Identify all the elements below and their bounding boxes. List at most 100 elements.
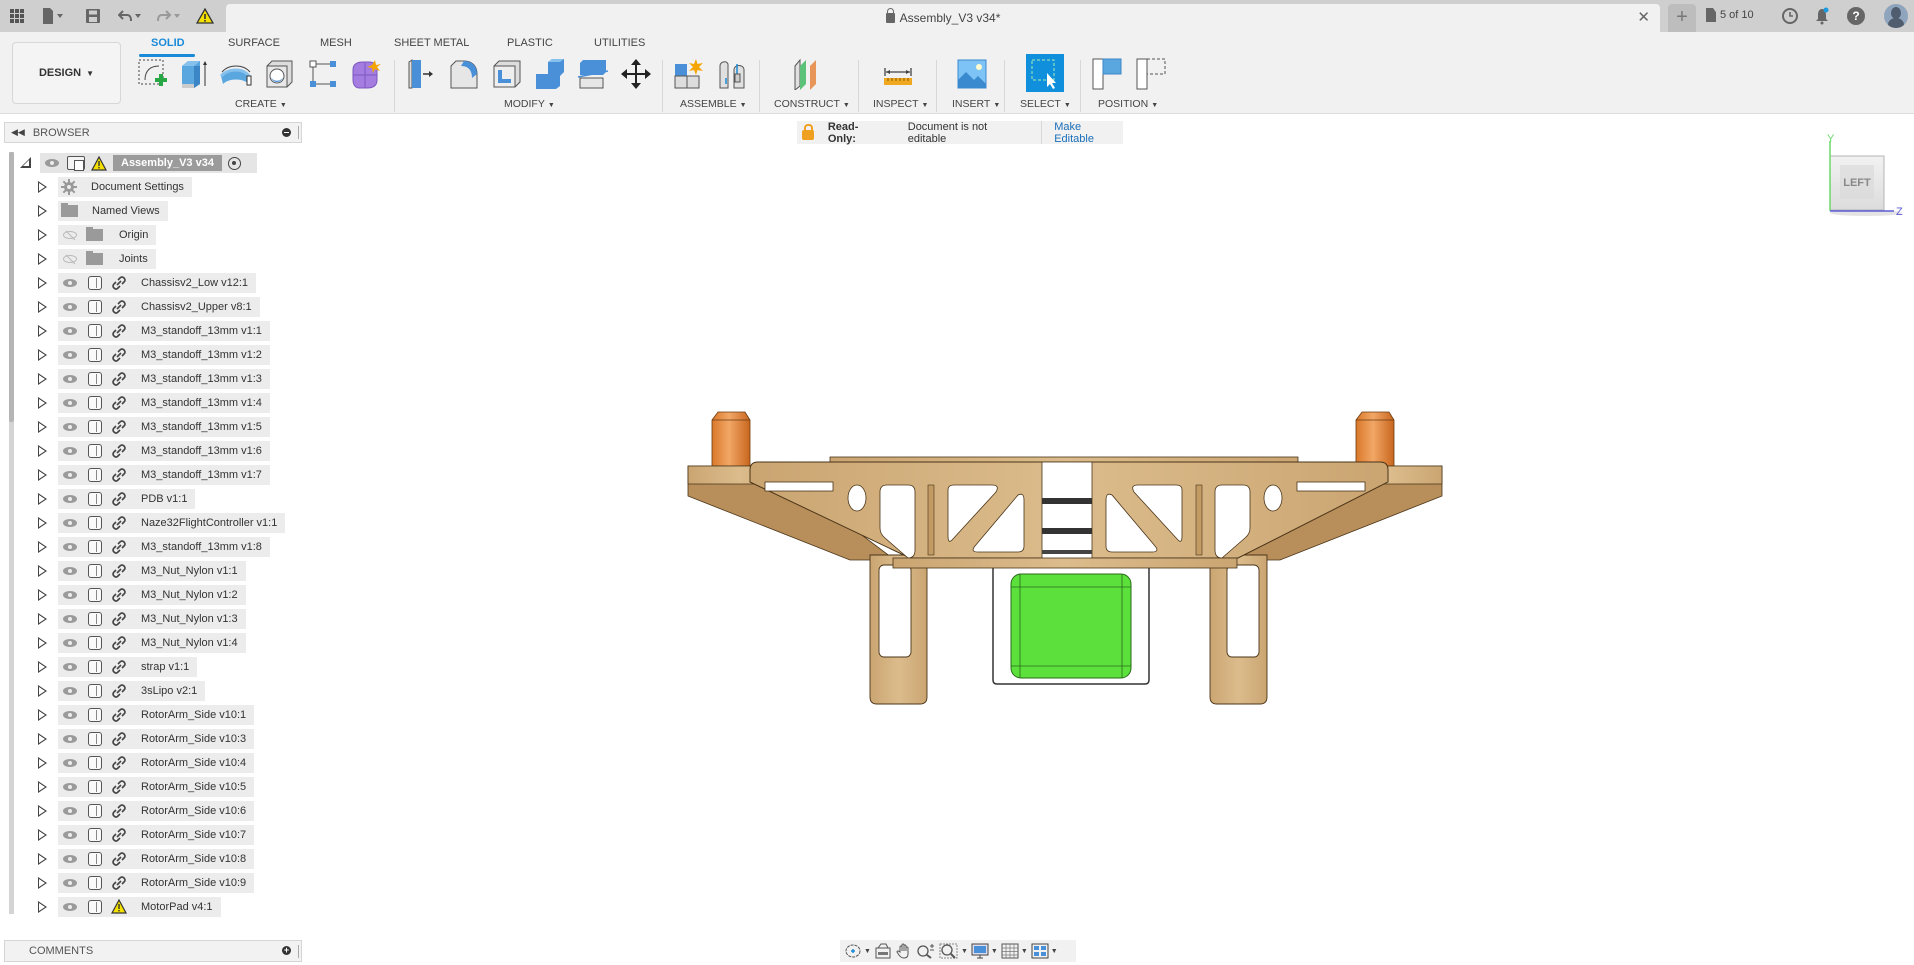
save-icon[interactable] <box>86 7 100 25</box>
activate-component-radio[interactable] <box>227 156 241 170</box>
browser-item[interactable]: RotorArm_Side v10:9 <box>58 873 255 893</box>
position-menu[interactable]: POSITION ▼ <box>1098 98 1158 110</box>
visibility-eye-icon[interactable] <box>63 639 77 647</box>
browser-tree-row[interactable]: M3_standoff_13mm v1:8 <box>0 535 310 559</box>
visibility-eye-icon[interactable] <box>63 831 77 839</box>
undo-icon[interactable] <box>118 7 142 25</box>
create-menu[interactable]: CREATE ▼ <box>235 98 287 110</box>
browser-item[interactable]: RotorArm_Side v10:6 <box>58 801 255 821</box>
hidden-eye-icon[interactable] <box>63 231 77 239</box>
shell-icon[interactable] <box>489 56 525 92</box>
browser-tree-row[interactable]: Origin <box>0 223 310 247</box>
browser-tree-row[interactable]: 3sLipo v2:1 <box>0 679 310 703</box>
browser-item[interactable]: RotorArm_Side v10:4 <box>58 753 255 773</box>
visibility-eye-icon[interactable] <box>63 879 77 887</box>
browser-tree-row[interactable]: Chassisv2_Upper v8:1 <box>0 295 310 319</box>
expand-toggle-icon[interactable] <box>38 589 47 601</box>
minimize-panel-icon[interactable] <box>282 128 291 137</box>
browser-tree-row[interactable]: RotorArm_Side v10:4 <box>0 751 310 775</box>
visibility-eye-icon[interactable] <box>63 375 77 383</box>
visibility-eye-icon[interactable] <box>63 399 77 407</box>
revert-position-icon[interactable] <box>1134 56 1170 92</box>
visibility-eye-icon[interactable] <box>63 807 77 815</box>
expand-toggle-icon[interactable] <box>38 877 47 889</box>
browser-tree-row[interactable]: M3_standoff_13mm v1:1 <box>0 319 310 343</box>
expand-toggle-icon[interactable] <box>38 781 47 793</box>
browser-item[interactable]: RotorArm_Side v10:1 <box>58 705 255 725</box>
expand-toggle-icon[interactable] <box>38 613 47 625</box>
browser-item[interactable]: M3_standoff_13mm v1:7 <box>58 465 270 485</box>
expand-toggle-icon[interactable] <box>38 685 47 697</box>
tab-plastic[interactable]: PLASTIC <box>507 37 553 49</box>
offset-plane-icon[interactable] <box>790 56 826 92</box>
document-tab[interactable]: Assembly_V3 v34* ✕ <box>226 4 1660 32</box>
pan-button[interactable] <box>895 942 913 960</box>
viewcube-face-label[interactable]: LEFT <box>1843 177 1871 189</box>
browser-root-row[interactable]: Assembly_V3 v34 <box>0 151 310 175</box>
browser-item[interactable]: M3_standoff_13mm v1:5 <box>58 417 270 437</box>
display-settings-button[interactable]: ▼ <box>971 942 998 960</box>
help-icon[interactable]: ? <box>1847 7 1865 25</box>
new-tab-button[interactable]: + <box>1668 4 1696 32</box>
browser-item[interactable]: M3_Nut_Nylon v1:1 <box>58 561 246 581</box>
tab-sheet-metal[interactable]: SHEET METAL <box>394 37 469 49</box>
expand-toggle-icon[interactable] <box>38 205 47 217</box>
fit-button[interactable]: ▼ <box>939 942 968 960</box>
browser-tree-row[interactable]: M3_Nut_Nylon v1:3 <box>0 607 310 631</box>
revolve-icon[interactable] <box>218 56 254 92</box>
expand-toggle-icon[interactable] <box>38 709 47 721</box>
measure-icon[interactable] <box>880 56 916 92</box>
browser-item[interactable]: M3_standoff_13mm v1:8 <box>58 537 270 557</box>
browser-item[interactable]: 3sLipo v2:1 <box>58 681 206 701</box>
browser-item[interactable]: RotorArm_Side v10:5 <box>58 777 255 797</box>
tab-solid[interactable]: SOLID <box>151 37 185 49</box>
browser-tree-row[interactable]: RotorArm_Side v10:3 <box>0 727 310 751</box>
new-component-icon[interactable] <box>671 56 707 92</box>
visibility-eye-icon[interactable] <box>63 735 77 743</box>
browser-item[interactable]: Chassisv2_Upper v8:1 <box>58 297 260 317</box>
browser-item[interactable]: M3_standoff_13mm v1:4 <box>58 393 270 413</box>
browser-item[interactable]: M3_Nut_Nylon v1:4 <box>58 633 246 653</box>
viewport-model[interactable] <box>680 400 1450 720</box>
collapse-panel-icon[interactable]: ◀◀ <box>11 127 25 138</box>
warning-icon[interactable] <box>196 7 214 25</box>
browser-item[interactable]: M3_standoff_13mm v1:3 <box>58 369 270 389</box>
browser-item[interactable]: Joints <box>58 249 156 269</box>
notification-bell-icon[interactable] <box>1813 7 1831 25</box>
apps-grid-icon[interactable] <box>10 7 24 25</box>
move-copy-icon[interactable] <box>618 56 654 92</box>
browser-tree-row[interactable]: RotorArm_Side v10:6 <box>0 799 310 823</box>
tab-mesh[interactable]: MESH <box>320 37 352 49</box>
form-icon[interactable] <box>348 56 384 92</box>
browser-tree-row[interactable]: M3_Nut_Nylon v1:1 <box>0 559 310 583</box>
browser-tree-row[interactable]: strap v1:1 <box>0 655 310 679</box>
expand-toggle-icon[interactable] <box>38 901 47 913</box>
browser-item[interactable]: MotorPad v4:1 <box>58 897 221 917</box>
browser-tree-row[interactable]: PDB v1:1 <box>0 487 310 511</box>
browser-tree-row[interactable]: MotorPad v4:1 <box>0 895 310 919</box>
expand-toggle-icon[interactable] <box>38 661 47 673</box>
expand-toggle-icon[interactable] <box>38 397 47 409</box>
create-sketch-icon[interactable] <box>135 56 171 92</box>
visibility-eye-icon[interactable] <box>63 447 77 455</box>
hidden-eye-icon[interactable] <box>63 255 77 263</box>
browser-item[interactable]: M3_Nut_Nylon v1:2 <box>58 585 246 605</box>
window-select-icon[interactable] <box>1026 54 1064 92</box>
select-menu[interactable]: SELECT ▼ <box>1020 98 1071 110</box>
workspace-switcher-button[interactable]: DESIGN ▼ <box>12 42 121 104</box>
browser-tree-row[interactable]: M3_standoff_13mm v1:2 <box>0 343 310 367</box>
job-status-button[interactable]: 5 of 10 <box>1706 8 1754 22</box>
browser-item[interactable]: M3_Nut_Nylon v1:3 <box>58 609 246 629</box>
viewports-button[interactable]: ▼ <box>1031 942 1058 960</box>
expand-toggle-icon[interactable] <box>38 277 47 289</box>
viewcube[interactable]: LEFT Y Z <box>1826 133 1906 218</box>
add-comment-icon[interactable]: + <box>282 946 291 955</box>
browser-tree-row[interactable]: Joints <box>0 247 310 271</box>
clock-icon[interactable] <box>1781 7 1799 25</box>
visibility-eye-icon[interactable] <box>63 495 77 503</box>
visibility-eye-icon[interactable] <box>63 663 77 671</box>
visibility-eye-icon[interactable] <box>63 303 77 311</box>
expand-toggle-icon[interactable] <box>38 733 47 745</box>
browser-tree-row[interactable]: M3_standoff_13mm v1:4 <box>0 391 310 415</box>
modify-menu[interactable]: MODIFY ▼ <box>504 98 555 110</box>
